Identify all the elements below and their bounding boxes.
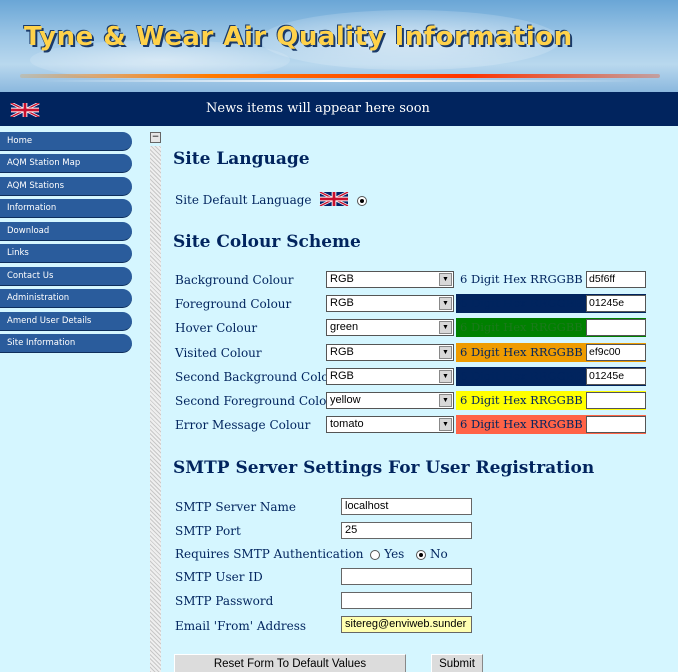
hex-input[interactable]: ef9c00 (586, 344, 646, 361)
colour-select[interactable]: green ▼ (326, 319, 454, 336)
smtp-auth-yes-label: Yes (384, 547, 405, 561)
smtp-auth-label: Requires SMTP Authentication (175, 547, 364, 561)
colour-row-label: Error Message Colour (175, 418, 311, 432)
smtp-port-label: SMTP Port (175, 524, 241, 538)
smtp-password-input[interactable] (341, 592, 472, 609)
sidebar-item-links[interactable]: Links (0, 244, 132, 263)
hex-input[interactable]: 01245e (586, 368, 646, 385)
colour-select[interactable]: yellow ▼ (326, 392, 454, 409)
email-from-input[interactable]: sitereg@enviweb.sunder (341, 616, 472, 633)
hex-input[interactable] (586, 319, 646, 336)
uk-flag-icon[interactable] (10, 101, 40, 121)
colour-select-value: yellow (330, 394, 361, 406)
collapse-sidebar-button[interactable]: − (150, 132, 161, 143)
colour-row-label: Background Colour (175, 273, 294, 287)
colour-select-value: tomato (330, 418, 364, 430)
colour-row-label: Second Background Colour (175, 370, 342, 384)
hex-input[interactable]: 01245e (586, 295, 646, 312)
colour-select-value: RGB (330, 297, 354, 309)
colour-select[interactable]: tomato ▼ (326, 416, 454, 433)
colour-select[interactable]: RGB ▼ (326, 271, 454, 288)
main-content: Site Language Site Default Language Site… (162, 126, 678, 672)
sidebar-item-download[interactable]: Download (0, 222, 132, 241)
header-stripe (20, 74, 660, 78)
hex-input[interactable] (586, 416, 646, 433)
hex-input[interactable] (586, 392, 646, 409)
colour-row-label: Second Foreground Colour (175, 394, 340, 408)
site-title: Tyne & Wear Air Quality Information (24, 22, 573, 52)
hex-label: 6 Digit Hex RRGGBB (460, 345, 583, 359)
hex-label: 6 Digit Hex RRGGBB (460, 417, 583, 431)
submit-button[interactable]: Submit (431, 654, 483, 672)
hex-label: 6 Digit Hex RRGGBB (460, 393, 583, 407)
uk-flag-icon (319, 190, 349, 209)
colour-select[interactable]: RGB ▼ (326, 368, 454, 385)
news-text: News items will appear here soon (206, 101, 430, 116)
news-bar: News items will appear here soon (0, 92, 678, 126)
hex-label: 6 Digit Hex RRGGBB (460, 320, 583, 334)
chevron-down-icon[interactable]: ▼ (439, 394, 452, 407)
sidebar-item-amend-user-details[interactable]: Amend User Details (0, 312, 132, 331)
smtp-auth-no-radio[interactable] (416, 549, 427, 560)
smtp-userid-input[interactable] (341, 568, 472, 585)
sidebar-item-site-information[interactable]: Site Information (0, 334, 132, 353)
smtp-heading: SMTP Server Settings For User Registrati… (173, 458, 595, 478)
colour-select[interactable]: RGB ▼ (326, 344, 454, 361)
colour-select-value: green (330, 321, 359, 333)
smtp-password-label: SMTP Password (175, 594, 274, 608)
language-row: Site Default Language (175, 190, 368, 209)
chevron-down-icon[interactable]: ▼ (439, 346, 452, 359)
smtp-port-input[interactable]: 25 (341, 522, 472, 539)
smtp-server-label: SMTP Server Name (175, 500, 297, 514)
hex-input[interactable]: d5f6ff (586, 271, 646, 288)
hex-label: 6 Digit Hex RRGGBB (460, 272, 583, 286)
hex-label: 6 Digit Hex RRGGBB (460, 296, 583, 310)
chevron-down-icon[interactable]: ▼ (439, 418, 452, 431)
sidebar: Home AQM Station Map AQM Stations Inform… (0, 126, 150, 672)
chevron-down-icon[interactable]: ▼ (439, 297, 452, 310)
default-language-label: Site Default Language (175, 193, 312, 207)
email-from-label: Email 'From' Address (175, 619, 307, 633)
sidebar-item-information[interactable]: Information (0, 199, 132, 218)
smtp-server-input[interactable]: localhost (341, 498, 472, 515)
smtp-auth-row: Requires SMTP Authentication Yes No (175, 547, 448, 561)
sidebar-item-administration[interactable]: Administration (0, 289, 132, 308)
colour-select-value: RGB (330, 273, 354, 285)
smtp-auth-no-label: No (429, 547, 448, 561)
smtp-userid-label: SMTP User ID (175, 570, 263, 584)
colour-row-label: Foreground Colour (175, 297, 292, 311)
sidebar-item-home[interactable]: Home (0, 132, 132, 151)
language-radio-english[interactable] (357, 195, 368, 206)
smtp-auth-yes-radio[interactable] (370, 549, 381, 560)
chevron-down-icon[interactable]: ▼ (439, 273, 452, 286)
site-header: Tyne & Wear Air Quality Information (0, 0, 678, 92)
colour-select-value: RGB (330, 346, 354, 358)
sidebar-item-aqm-station-map[interactable]: AQM Station Map (0, 154, 132, 173)
colour-scheme-heading: Site Colour Scheme (173, 232, 361, 252)
colour-row-label: Visited Colour (175, 346, 262, 360)
colour-select-value: RGB (330, 370, 354, 382)
hex-label: 6 Digit Hex RRGGBB (460, 369, 583, 383)
colour-select[interactable]: RGB ▼ (326, 295, 454, 312)
chevron-down-icon[interactable]: ▼ (439, 370, 452, 383)
colour-row-label: Hover Colour (175, 321, 258, 335)
reset-form-button[interactable]: Reset Form To Default Values (174, 654, 406, 672)
chevron-down-icon[interactable]: ▼ (439, 321, 452, 334)
site-language-heading: Site Language (173, 149, 310, 169)
header-stripe-highlight (40, 80, 640, 82)
sidebar-splitter[interactable] (150, 146, 161, 672)
sidebar-item-contact-us[interactable]: Contact Us (0, 267, 132, 286)
sidebar-item-aqm-stations[interactable]: AQM Stations (0, 177, 132, 196)
